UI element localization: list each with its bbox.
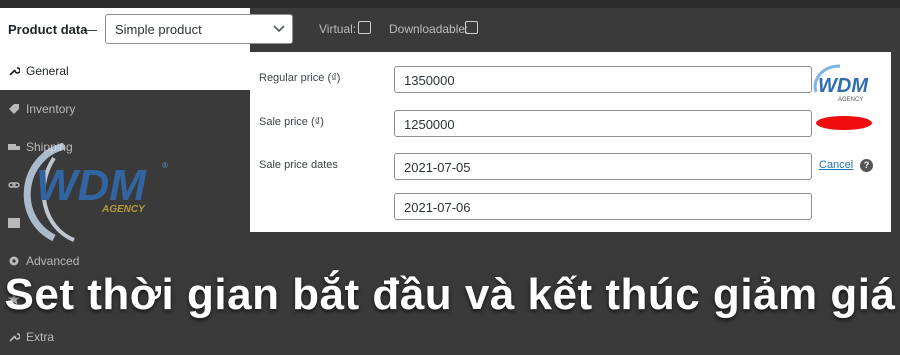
tab-inventory-label: Inventory	[26, 102, 76, 116]
product-type-value: Simple product	[115, 22, 202, 37]
sale-price-label: Sale price (₫)	[259, 116, 324, 128]
wdm-logo-small: WDM AGENCY	[813, 64, 869, 103]
cancel-schedule-link[interactable]: Cancel	[819, 159, 853, 171]
watermark-logo-text: WDM	[36, 161, 147, 210]
downloadable-label: Downloadable:	[389, 22, 469, 36]
sale-date-to-input[interactable]: 2021-07-06	[394, 193, 812, 220]
watermark-registered: ®	[162, 161, 168, 170]
red-highlight-mark	[816, 116, 872, 130]
screenshot-stage: Product data — Simple product Virtual: D…	[0, 0, 900, 355]
sale-date-from-input[interactable]: 2021-07-05	[394, 153, 812, 180]
tab-extra-label: Extra	[26, 330, 55, 344]
wrench-icon	[9, 67, 20, 76]
regular-price-value: 1350000	[404, 73, 455, 88]
sale-price-value: 1250000	[404, 117, 455, 132]
tab-inventory[interactable]: Inventory	[0, 90, 250, 128]
svg-text:WDM: WDM	[818, 75, 869, 97]
virtual-checkbox[interactable]	[358, 21, 371, 34]
wdm-watermark-logo: WDM ® AGENCY	[23, 142, 168, 242]
tag-icon	[9, 104, 19, 114]
tab-extra[interactable]: Extra	[0, 318, 250, 355]
help-glyph: ?	[863, 160, 870, 170]
gear-icon	[9, 256, 19, 266]
chevron-down-icon	[273, 25, 285, 33]
regular-price-label: Regular price (₫)	[259, 72, 341, 84]
sale-date-from-value: 2021-07-05	[404, 160, 471, 175]
sale-date-to-value: 2021-07-06	[404, 200, 471, 215]
product-type-select[interactable]: Simple product	[105, 14, 293, 44]
watermark-agency-text: AGENCY	[101, 204, 146, 215]
top-bar	[0, 0, 900, 8]
sale-dates-label: Sale price dates	[259, 159, 338, 171]
product-data-label: Product data	[8, 22, 88, 37]
tab-advanced-label: Advanced	[26, 254, 80, 268]
tab-general-label: General	[26, 64, 69, 78]
help-icon[interactable]: ?	[860, 159, 873, 172]
regular-price-input[interactable]: 1350000	[394, 66, 812, 93]
virtual-label: Virtual:	[319, 22, 357, 36]
downloadable-checkbox[interactable]	[465, 21, 478, 34]
product-data-dash: —	[84, 22, 97, 37]
sale-price-input[interactable]: 1250000	[394, 110, 812, 137]
tutorial-caption: Set thời gian bắt đầu và kết thúc giảm g…	[4, 270, 896, 319]
wrench-icon	[9, 333, 20, 342]
tab-general[interactable]: General	[0, 52, 250, 90]
general-panel: Regular price (₫) 1350000 Sale price (₫)…	[250, 52, 891, 232]
svg-text:AGENCY: AGENCY	[838, 97, 863, 103]
